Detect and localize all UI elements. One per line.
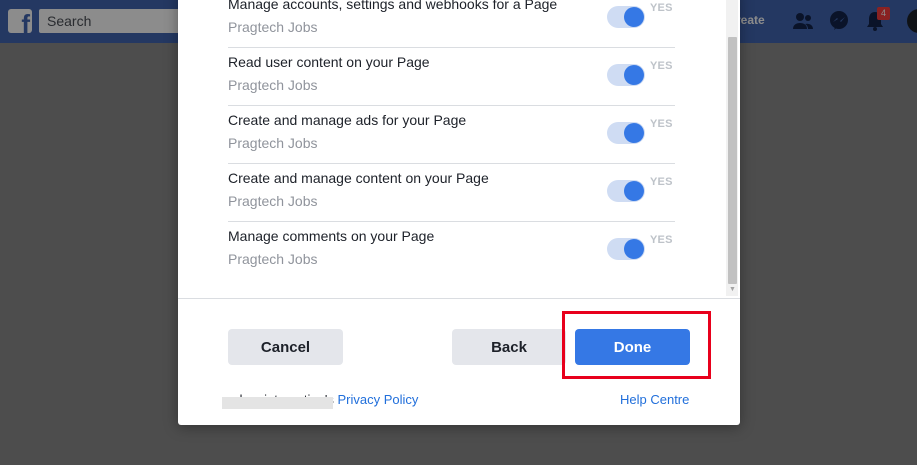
toggle-state-label: YES: [650, 118, 673, 130]
permission-title: Manage comments on your Page: [228, 228, 435, 244]
done-button-highlight: [562, 311, 711, 379]
permission-toggle[interactable]: [607, 238, 645, 260]
permission-title: Manage accounts, settings and webhooks f…: [228, 0, 558, 12]
toggle-knob: [624, 65, 644, 85]
permission-title: Read user content on your Page: [228, 54, 430, 70]
permission-page-name: Pragtech Jobs: [228, 135, 318, 151]
permissions-list: Manage accounts, settings and webhooks f…: [228, 0, 675, 280]
permission-title: Create and manage content on your Page: [228, 170, 489, 186]
permission-page-name: Pragtech Jobs: [228, 251, 318, 267]
permission-page-name: Pragtech Jobs: [228, 77, 318, 93]
permission-page-name: Pragtech Jobs: [228, 19, 318, 35]
permission-toggle[interactable]: [607, 122, 645, 144]
toggle-knob: [624, 123, 644, 143]
permission-row: Manage accounts, settings and webhooks f…: [228, 0, 675, 48]
dialog-scrollbar-thumb[interactable]: [728, 37, 737, 284]
permission-row: Read user content on your Page Pragtech …: [228, 48, 675, 106]
permission-toggle[interactable]: [607, 6, 645, 28]
toggle-knob: [624, 181, 644, 201]
redaction-bar: [222, 397, 333, 409]
permission-row: Create and manage ads for your Page Prag…: [228, 106, 675, 164]
privacy-policy-link[interactable]: Privacy Policy: [337, 392, 418, 407]
permission-title: Create and manage ads for your Page: [228, 112, 467, 128]
toggle-state-label: YES: [650, 234, 673, 246]
permission-row: Create and manage content on your Page P…: [228, 164, 675, 222]
toggle-state-label: YES: [650, 176, 673, 188]
toggle-state-label: YES: [650, 60, 673, 72]
back-button[interactable]: Back: [452, 329, 566, 365]
permission-row: Manage comments on your Page Pragtech Jo…: [228, 222, 675, 280]
toggle-state-label: YES: [650, 2, 673, 14]
permission-toggle[interactable]: [607, 64, 645, 86]
toggle-knob: [624, 239, 644, 259]
toggle-knob: [624, 7, 644, 27]
scroll-down-arrow-icon[interactable]: ▼: [728, 285, 737, 294]
help-centre-link[interactable]: Help Centre: [620, 392, 689, 407]
permission-page-name: Pragtech Jobs: [228, 193, 318, 209]
footer-divider: [178, 298, 740, 299]
cancel-button[interactable]: Cancel: [228, 329, 343, 365]
permission-toggle[interactable]: [607, 180, 645, 202]
